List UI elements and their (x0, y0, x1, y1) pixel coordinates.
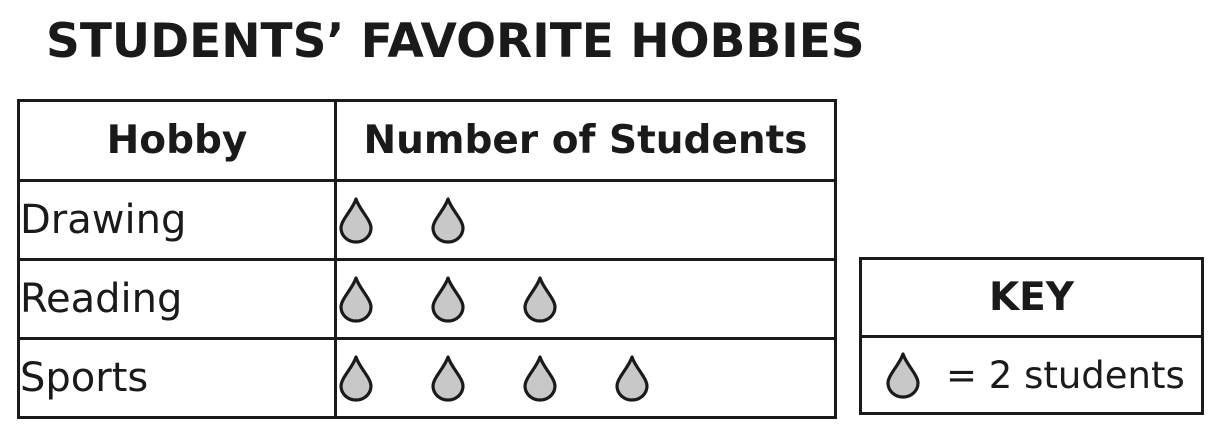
drop-icon (431, 276, 465, 323)
hobby-label: Reading (17, 258, 337, 340)
drop-icon (886, 352, 920, 399)
pictograph-table: Hobby Number of Students Drawing Reading… (17, 99, 837, 419)
key-box: KEY = 2 students (859, 257, 1204, 415)
symbol-cell (334, 179, 837, 261)
hobby-label: Sports (17, 337, 337, 419)
drop-icon (615, 355, 649, 402)
table-row: Reading (17, 258, 837, 340)
drop-icon (431, 197, 465, 244)
column-header-number-of-students: Number of Students (334, 99, 837, 182)
drop-icon (523, 355, 557, 402)
key-symbol-slot (884, 351, 946, 399)
symbol-group (337, 275, 834, 323)
hobby-label: Drawing (17, 179, 337, 261)
drop-icon (339, 355, 373, 402)
symbol-cell (334, 258, 837, 340)
table-row: Sports (17, 337, 837, 419)
table-row: Drawing (17, 179, 837, 261)
drop-icon (431, 355, 465, 402)
symbol-group (337, 354, 834, 402)
symbol-cell (334, 337, 837, 419)
header-row: Hobby Number of Students (17, 99, 837, 182)
drop-icon (339, 197, 373, 244)
drop-icon (523, 276, 557, 323)
drop-icon (339, 276, 373, 323)
key-title: KEY (862, 260, 1201, 338)
key-label: = 2 students (946, 353, 1185, 397)
chart-title: STUDENTS’ FAVORITE HOBBIES (46, 14, 865, 69)
symbol-group (337, 196, 834, 244)
key-body: = 2 students (862, 338, 1201, 412)
column-header-hobby: Hobby (17, 99, 337, 182)
